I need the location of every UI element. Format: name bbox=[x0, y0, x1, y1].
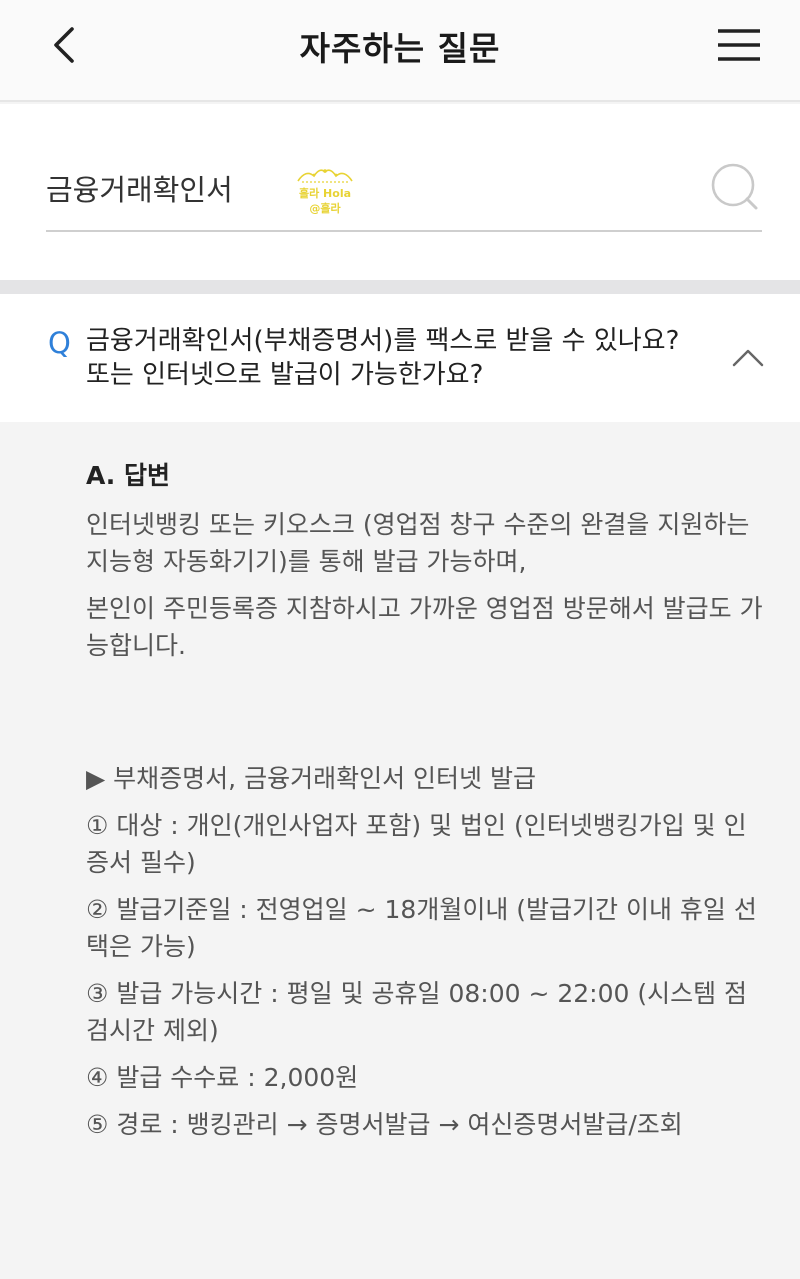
search-area: 홀라 Hola @홀라 bbox=[0, 104, 800, 280]
answer-paragraph: 인터넷뱅킹 또는 키오스크 (영업점 창구 수준의 완결을 지원하는 지능형 자… bbox=[86, 510, 750, 576]
answer-heading: A. 답변 bbox=[86, 461, 171, 490]
watermark-line1: 홀라 Hola bbox=[298, 187, 352, 200]
watermark-line2: @홀라 bbox=[309, 202, 341, 215]
answer-body: 인터넷뱅킹 또는 키오스크 (영업점 창구 수준의 완결을 지원하는 지능형 자… bbox=[86, 506, 766, 1153]
search-underline bbox=[46, 230, 762, 232]
search-button[interactable] bbox=[706, 158, 762, 214]
watermark: 홀라 Hola @홀라 bbox=[292, 166, 358, 216]
answer-section-title: ▶ 부채증명서, 금융거래확인서 인터넷 발급 bbox=[86, 764, 536, 793]
collapse-button[interactable] bbox=[726, 340, 770, 376]
faq-question-row[interactable]: Q 금융거래확인서(부채증명서)를 팩스로 받을 수 있나요? 또는 인터넷으로… bbox=[0, 294, 800, 422]
question-text: 금융거래확인서(부채증명서)를 팩스로 받을 수 있나요? 또는 인터넷으로 발… bbox=[86, 326, 680, 390]
section-divider bbox=[0, 280, 800, 294]
answer-list-item: ① 대상 : 개인(개인사업자 포함) 및 법인 (인터넷뱅킹가입 및 인증서 … bbox=[86, 811, 747, 877]
answer-list-item: ④ 발급 수수료 : 2,000원 bbox=[86, 1063, 359, 1092]
faq-answer: A. 답변 인터넷뱅킹 또는 키오스크 (영업점 창구 수준의 완결을 지원하는… bbox=[0, 422, 800, 1279]
page-title: 자주하는 질문 bbox=[299, 29, 501, 68]
hamburger-menu-icon bbox=[718, 29, 760, 61]
search-icon bbox=[711, 163, 758, 210]
answer-list-item: ③ 발급 가능시간 : 평일 및 공휴일 08:00 ~ 22:00 (시스템 … bbox=[86, 979, 748, 1045]
question-marker: Q bbox=[48, 326, 71, 360]
answer-paragraph: 본인이 주민등록증 지참하시고 가까운 영업점 방문해서 발급도 가능합니다. bbox=[86, 594, 763, 660]
app-header: 자주하는 질문 bbox=[0, 0, 800, 102]
menu-button[interactable] bbox=[714, 24, 764, 66]
chevron-up-icon bbox=[732, 349, 764, 367]
answer-list-item: ⑤ 경로 : 뱅킹관리 → 증명서발급 → 여신증명서발급/조회 bbox=[86, 1110, 683, 1139]
crown-icon bbox=[297, 169, 353, 183]
answer-list-item: ② 발급기준일 : 전영업일 ~ 18개월이내 (발급기간 이내 휴일 선택은 … bbox=[86, 895, 757, 961]
